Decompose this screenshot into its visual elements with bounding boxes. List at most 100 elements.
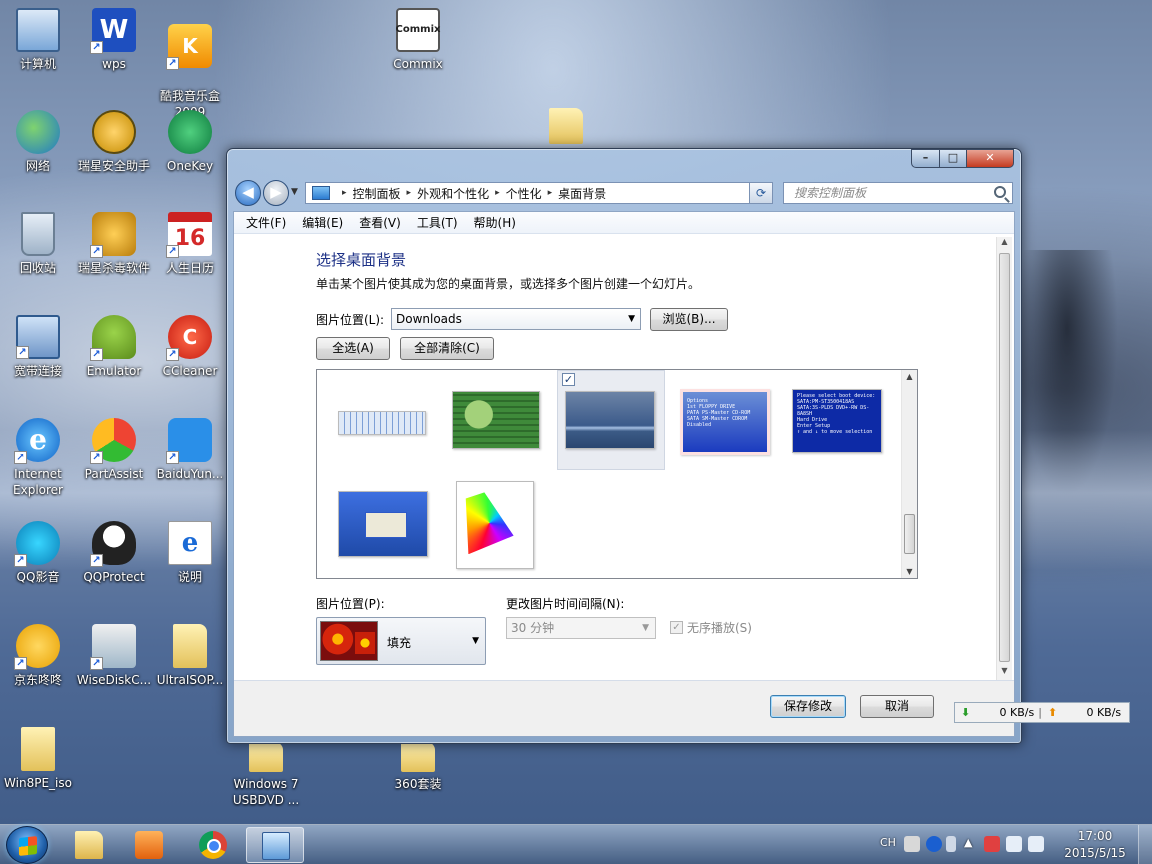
breadcrumb-appearance[interactable]: 外观和个性化 (417, 185, 489, 202)
gallery-scroll-thumb[interactable] (904, 514, 915, 554)
shuffle-checkbox[interactable]: ✓ 无序播放(S) (670, 619, 752, 636)
desktop-icon-recycle-bin[interactable]: 回收站 (0, 212, 76, 276)
taskbar-control-panel[interactable] (246, 827, 304, 863)
desktop-icon-commix[interactable]: Commix Commix (380, 8, 456, 72)
breadcrumb-control-panel[interactable]: 控制面板 (353, 185, 401, 202)
cie-chromaticity-picture (456, 481, 534, 569)
desktop-icon-label: Windows 7 USBDVD ... (232, 777, 300, 807)
desktop-icon-win8pe[interactable]: Win8PE_iso (0, 727, 76, 791)
browse-button[interactable]: 浏览(B)... (650, 308, 728, 331)
system-tray: CH ▲ 17:00 2015/5/15 (872, 825, 1152, 864)
taskbar-chrome[interactable] (184, 827, 242, 863)
menu-file[interactable]: 文件(F) (238, 214, 294, 231)
boot-text: ↑ and ↓ to move selection (797, 429, 873, 435)
picture-tile-boot-device[interactable]: Please select boot device: SATA:PM-ST350… (787, 376, 895, 476)
picture-position-select[interactable]: 填充 ▼ (316, 617, 486, 665)
taskbar-explorer[interactable] (60, 827, 118, 863)
onekey-icon (168, 110, 212, 154)
breadcrumb-separator[interactable]: ▸ (548, 188, 553, 198)
taskbar-media-player[interactable] (120, 827, 178, 863)
recent-pages-dropdown[interactable]: ▼ (291, 187, 298, 197)
menu-edit[interactable]: 编辑(E) (294, 214, 351, 231)
forward-button[interactable]: ▶ (263, 180, 289, 206)
lake-wallpaper-picture (565, 391, 655, 449)
desktop-icon-rising-assistant[interactable]: 瑞星安全助手 (76, 110, 152, 174)
desktop-icon-jd[interactable]: ↗ 京东咚咚 (0, 624, 76, 688)
menu-tools[interactable]: 工具(T) (409, 214, 466, 231)
address-bar[interactable]: ▸ 控制面板 ▸ 外观和个性化 ▸ 个性化 ▸ 桌面背景 ▼ (305, 182, 773, 204)
scroll-down-icon[interactable]: ▼ (997, 666, 1012, 680)
desktop-icon-broadband[interactable]: ↗ 宽带连接 (0, 315, 76, 379)
desktop-icon-360[interactable]: 360套装 (380, 742, 456, 792)
breadcrumb-personalization[interactable]: 个性化 (506, 185, 542, 202)
menu-help[interactable]: 帮助(H) (466, 214, 524, 231)
desktop-icon-onekey[interactable]: OneKey (152, 110, 228, 174)
scroll-up-icon[interactable]: ▲ (997, 237, 1012, 251)
save-changes-button[interactable]: 保存修改 (770, 695, 846, 718)
network-tray-icon[interactable] (1028, 836, 1044, 852)
picture-location-select[interactable]: Downloads ▼ (391, 308, 641, 330)
input-method-icon[interactable] (946, 836, 956, 852)
desktop-icon-ccleaner[interactable]: C ↗ CCleaner (152, 315, 228, 379)
desktop-icon-label: 说明 (177, 570, 202, 584)
picture-tile-lake-wallpaper[interactable]: ✓ (557, 370, 665, 470)
change-interval-select[interactable]: 30 分钟 ▼ (506, 617, 656, 639)
clock[interactable]: 17:00 2015/5/15 (1060, 828, 1130, 862)
close-button[interactable]: ✕ (967, 149, 1014, 168)
desktop-icon-usbdvd[interactable]: Windows 7 USBDVD ... (222, 742, 310, 808)
breadcrumb-separator[interactable]: ▸ (342, 188, 347, 198)
show-hidden-icons-icon[interactable]: ▲ (964, 836, 972, 849)
desktop-icon-qqprotect[interactable]: ↗ QQProtect (76, 521, 152, 585)
start-button[interactable] (6, 826, 48, 864)
select-all-button[interactable]: 全选(A) (316, 337, 390, 360)
content-scrollbar[interactable]: ▲ ▼ (996, 237, 1012, 680)
desktop-icon-rising-antivirus[interactable]: ↗ 瑞星杀毒软件 (76, 212, 152, 276)
picture-tile-windows-xp[interactable] (325, 478, 433, 578)
language-indicator[interactable]: CH (880, 836, 896, 849)
gallery-scrollbar[interactable]: ▲ ▼ (901, 370, 917, 578)
desktop-icon-wisedisk[interactable]: ↗ WiseDiskC... (76, 624, 152, 688)
picture-tile-keyboard[interactable] (325, 376, 433, 476)
cancel-button[interactable]: 取消 (860, 695, 934, 718)
breadcrumb-separator[interactable]: ▸ (495, 188, 500, 198)
scroll-down-icon[interactable]: ▼ (902, 567, 917, 576)
desktop-icon-partassist[interactable]: ↗ PartAssist (76, 418, 152, 482)
desktop-icon-label: CCleaner (162, 364, 218, 378)
desktop-icon-qqplayer[interactable]: ↗ QQ影音 (0, 521, 76, 585)
breadcrumb-desktop-background[interactable]: 桌面背景 (558, 185, 606, 202)
action-center-flag-icon[interactable] (984, 836, 1000, 852)
desktop-icon-emulator[interactable]: ↗ Emulator (76, 315, 152, 379)
show-desktop-button[interactable] (1138, 825, 1152, 864)
desktop-icon-ultraiso[interactable]: UltraISOP... (152, 624, 228, 688)
desktop-icon-label: 人生日历 (165, 261, 214, 275)
maximize-button[interactable]: □ (940, 149, 967, 168)
desktop-icon-label: 360套装 (394, 777, 442, 791)
content-scroll-thumb[interactable] (999, 253, 1010, 662)
clear-all-button[interactable]: 全部清除(C) (400, 337, 494, 360)
search-input[interactable]: 搜索控制面板 (783, 182, 1013, 204)
desktop-icon-computer[interactable]: 计算机 (0, 8, 76, 72)
search-icon[interactable] (994, 186, 1006, 198)
desktop-icon-internet-explorer[interactable]: e ↗ Internet Explorer (0, 418, 76, 498)
menu-view[interactable]: 查看(V) (351, 214, 409, 231)
control-panel-icon (312, 186, 330, 200)
refresh-button[interactable]: ⟳ (749, 182, 773, 204)
keyboard-icon[interactable] (904, 836, 920, 852)
selected-checkbox[interactable]: ✓ (562, 373, 575, 386)
picture-tile-cie[interactable] (441, 474, 549, 574)
network-speed-widget[interactable]: ⬇ 0 KB/s | ⬆ 0 KB/s (954, 702, 1130, 723)
picture-tile-circuit-board[interactable] (441, 376, 549, 476)
desktop-icon-readme[interactable]: e 说明 (152, 521, 228, 585)
breadcrumb-separator[interactable]: ▸ (407, 188, 412, 198)
desktop-icon-wps[interactable]: W ↗ wps (76, 8, 152, 72)
back-button[interactable]: ◀ (235, 180, 261, 206)
desktop-icon-calendar[interactable]: 16 ↗ 人生日历 (152, 212, 228, 276)
desktop-icon-baiduyun[interactable]: ↗ BaiduYun... (152, 418, 228, 482)
scroll-up-icon[interactable]: ▲ (902, 372, 917, 381)
help-icon[interactable] (926, 836, 942, 852)
desktop-icon-network[interactable]: 网络 (0, 110, 76, 174)
desktop-icon-folder-partial[interactable] (528, 108, 604, 148)
minimize-button[interactable]: – (911, 149, 940, 168)
picture-tile-bios-options[interactable]: Options 1st FLOPPY DRIVE PATA PS-Master … (673, 376, 781, 476)
volume-icon[interactable] (1006, 836, 1022, 852)
